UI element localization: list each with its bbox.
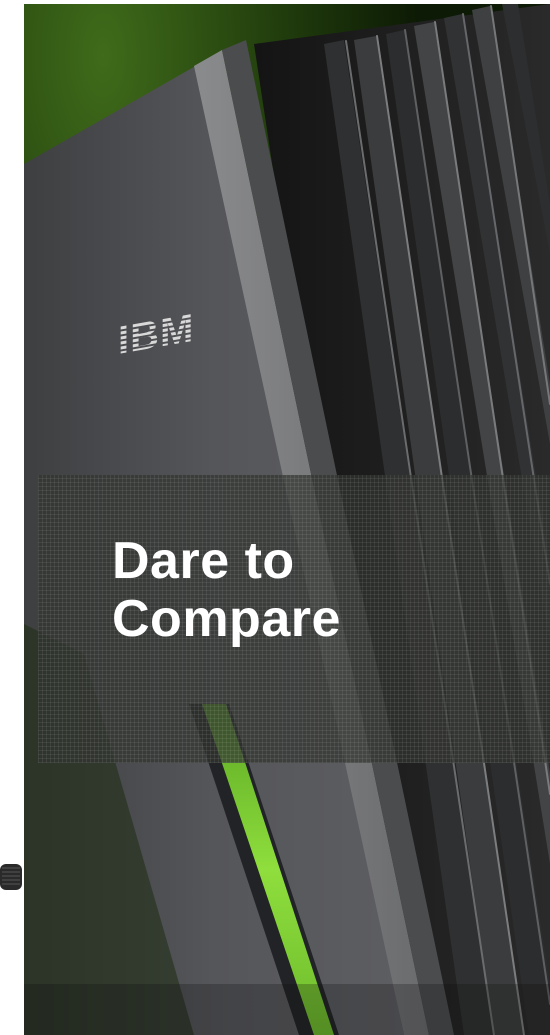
promo-image: IBM Dare to Compare: [0, 0, 550, 1035]
ibm-logo: IBM: [118, 305, 194, 363]
headline-line-2: Compare: [112, 590, 341, 648]
cable-graphic: [0, 864, 22, 890]
svg-text:IBM: IBM: [118, 305, 194, 363]
headline-line-1: Dare to: [112, 532, 295, 590]
headline: Dare to Compare: [112, 532, 341, 648]
